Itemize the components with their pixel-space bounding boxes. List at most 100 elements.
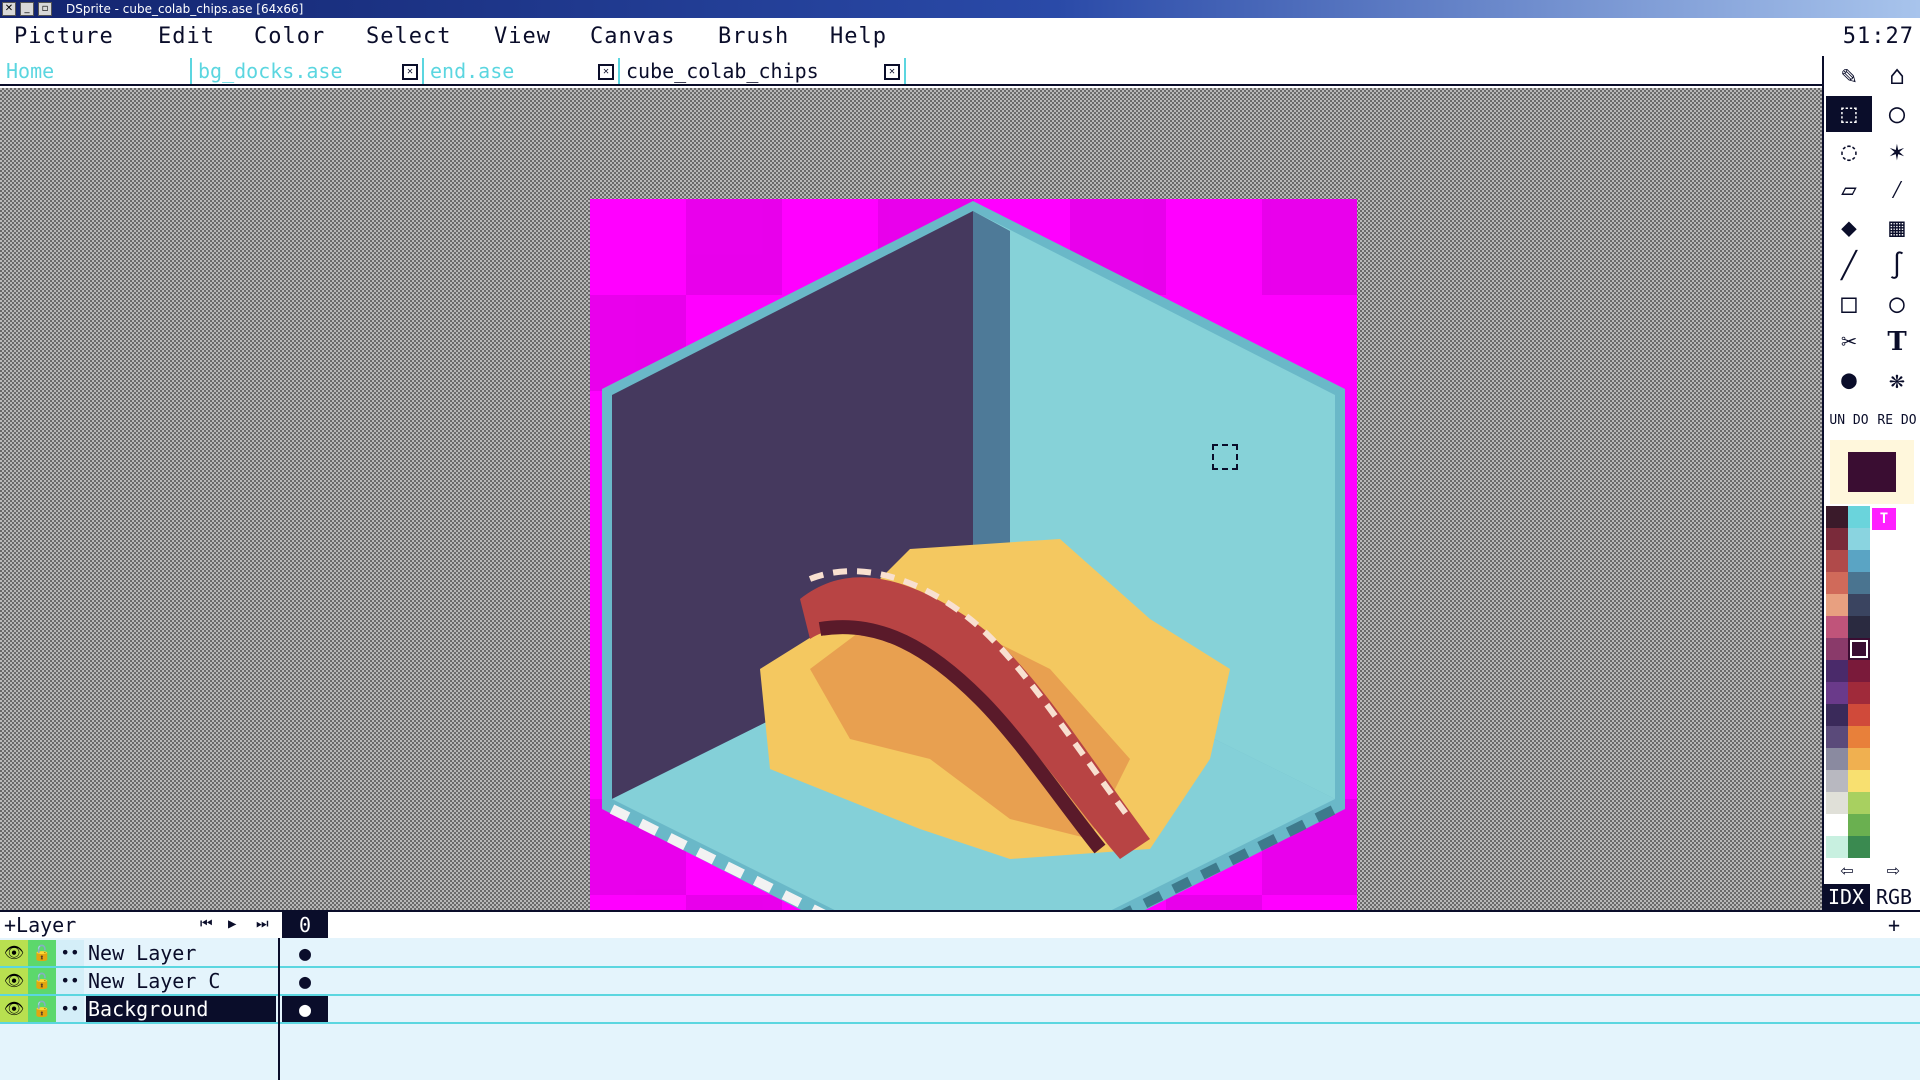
layer-name[interactable]: Background	[86, 996, 276, 1022]
palette-swatch[interactable]	[1826, 638, 1848, 660]
undo-button[interactable]: UN DO	[1826, 402, 1872, 438]
palette-swatch[interactable]	[1826, 748, 1848, 770]
cel-marker[interactable]: ●	[282, 940, 328, 966]
menu-help[interactable]: Help	[830, 24, 887, 49]
link-icon[interactable]: ••	[56, 968, 84, 994]
link-icon[interactable]: ••	[56, 996, 84, 1022]
palette-swatch[interactable]	[1826, 770, 1848, 792]
palette-swatch[interactable]	[1826, 792, 1848, 814]
gradient-icon[interactable]: ▦	[1874, 210, 1920, 246]
foreground-color-panel[interactable]	[1830, 440, 1914, 504]
palette-swatch[interactable]	[1848, 726, 1870, 748]
tab-cube-colab-chips[interactable]: cube_colab_chips ✕	[620, 58, 906, 84]
menu-edit[interactable]: Edit	[158, 24, 215, 49]
palette-swatch[interactable]	[1826, 550, 1848, 572]
magic-wand-icon[interactable]: ✶	[1874, 134, 1920, 170]
tab-bg-docks[interactable]: bg_docks.ase ✕	[192, 58, 424, 84]
palette-swatch[interactable]	[1826, 616, 1848, 638]
palette-swatch[interactable]	[1848, 814, 1870, 836]
visibility-eye-icon[interactable]: 👁	[0, 996, 28, 1022]
curve-icon[interactable]: ∫	[1874, 248, 1920, 284]
maximize-icon[interactable]: ▫	[38, 2, 52, 16]
link-icon[interactable]: ••	[56, 940, 84, 966]
redo-button[interactable]: RE DO	[1874, 402, 1920, 438]
add-frame-button[interactable]: +	[1888, 912, 1900, 938]
bucket-icon[interactable]: ◆	[1826, 210, 1872, 246]
jumble-icon[interactable]: ❋	[1874, 362, 1920, 398]
palette-swatch[interactable]	[1848, 528, 1870, 550]
palette-swatch[interactable]	[1826, 660, 1848, 682]
palette-swatch[interactable]	[1848, 594, 1870, 616]
menu-picture[interactable]: Picture	[14, 24, 114, 49]
visibility-eye-icon[interactable]: 👁	[0, 940, 28, 966]
palette-swatch[interactable]	[1848, 836, 1870, 858]
line-icon[interactable]: ╱	[1826, 248, 1872, 284]
palette-swatch[interactable]	[1826, 682, 1848, 704]
menu-canvas[interactable]: Canvas	[590, 24, 675, 49]
menu-brush[interactable]: Brush	[718, 24, 789, 49]
palette-swatch[interactable]	[1826, 572, 1848, 594]
cel-marker[interactable]: ●	[282, 968, 328, 994]
lock-icon[interactable]: 🔓	[28, 968, 56, 994]
eyedropper-icon[interactable]: ⁄	[1874, 172, 1920, 208]
menu-view[interactable]: View	[494, 24, 551, 49]
palette-swatch[interactable]	[1848, 572, 1870, 594]
first-frame-icon[interactable]: ⏮	[200, 916, 213, 932]
pencil-icon[interactable]: ✎	[1826, 58, 1872, 94]
lasso-icon[interactable]: ◌	[1826, 134, 1872, 170]
timeline-divider[interactable]	[278, 938, 280, 1080]
ellipse-select-icon[interactable]: ◯	[1874, 96, 1920, 132]
layer-name[interactable]: New Layer C	[86, 968, 276, 994]
palette-swatch[interactable]	[1848, 506, 1870, 528]
last-frame-icon[interactable]: ⏭	[256, 916, 269, 932]
sprite-canvas[interactable]	[590, 199, 1357, 990]
palette-swatch[interactable]	[1848, 704, 1870, 726]
layer-row[interactable]: 👁 🔓 •• New Layer ●	[0, 940, 1920, 968]
idx-mode-button[interactable]: IDX	[1822, 884, 1870, 910]
lock-icon[interactable]: 🔓	[28, 996, 56, 1022]
palette-swatch[interactable]	[1826, 528, 1848, 550]
text-tool-icon[interactable]: T	[1874, 324, 1920, 360]
tab-home[interactable]: Home	[0, 58, 192, 84]
close-icon[interactable]: ✕	[598, 64, 614, 80]
palette-prev-icon[interactable]: ⇦	[1824, 858, 1870, 884]
menu-color[interactable]: Color	[254, 24, 325, 49]
palette-swatch[interactable]	[1848, 616, 1870, 638]
eraser-icon[interactable]: ▱	[1826, 172, 1872, 208]
palette-swatch[interactable]	[1848, 682, 1870, 704]
play-icon[interactable]: ▶	[228, 916, 236, 932]
canvas-workspace[interactable]	[0, 88, 1822, 990]
palette-swatch[interactable]	[1826, 814, 1848, 836]
palette-next-icon[interactable]: ⇨	[1870, 858, 1916, 884]
minimize-icon[interactable]: _	[20, 2, 34, 16]
palette-swatch[interactable]	[1826, 594, 1848, 616]
cel-marker[interactable]: ●	[282, 996, 328, 1022]
frame-number[interactable]: 0	[282, 912, 328, 938]
close-icon[interactable]: ✕	[402, 64, 418, 80]
blur-icon[interactable]: ●	[1826, 362, 1872, 398]
palette-swatch[interactable]	[1826, 836, 1848, 858]
layer-row[interactable]: 👁 🔓 •• New Layer C ●	[0, 968, 1920, 996]
layer-name[interactable]: New Layer	[86, 940, 276, 966]
layer-row-selected[interactable]: 👁 🔓 •• Background ●	[0, 996, 1920, 1024]
spray-icon[interactable]: ⌂	[1874, 58, 1920, 94]
palette-swatch[interactable]	[1848, 550, 1870, 572]
palette-swatch[interactable]	[1826, 726, 1848, 748]
tab-end[interactable]: end.ase ✕	[424, 58, 620, 84]
palette-swatch[interactable]	[1848, 792, 1870, 814]
visibility-eye-icon[interactable]: 👁	[0, 968, 28, 994]
rgb-mode-button[interactable]: RGB	[1870, 884, 1918, 910]
palette-swatch[interactable]	[1848, 770, 1870, 792]
close-icon[interactable]: ✕	[884, 64, 900, 80]
palette-swatch[interactable]	[1826, 704, 1848, 726]
menu-select[interactable]: Select	[366, 24, 451, 49]
palette-swatch[interactable]	[1848, 748, 1870, 770]
ellipse-icon[interactable]: ○	[1874, 286, 1920, 322]
palette-swatch[interactable]	[1848, 660, 1870, 682]
close-icon[interactable]: ✕	[2, 2, 16, 16]
palette-swatch[interactable]	[1848, 638, 1870, 660]
palette-swatch[interactable]	[1826, 506, 1848, 528]
foreground-color-swatch[interactable]	[1848, 452, 1896, 492]
lock-icon[interactable]: 🔓	[28, 940, 56, 966]
rect-select-icon[interactable]: ⬚	[1826, 96, 1872, 132]
